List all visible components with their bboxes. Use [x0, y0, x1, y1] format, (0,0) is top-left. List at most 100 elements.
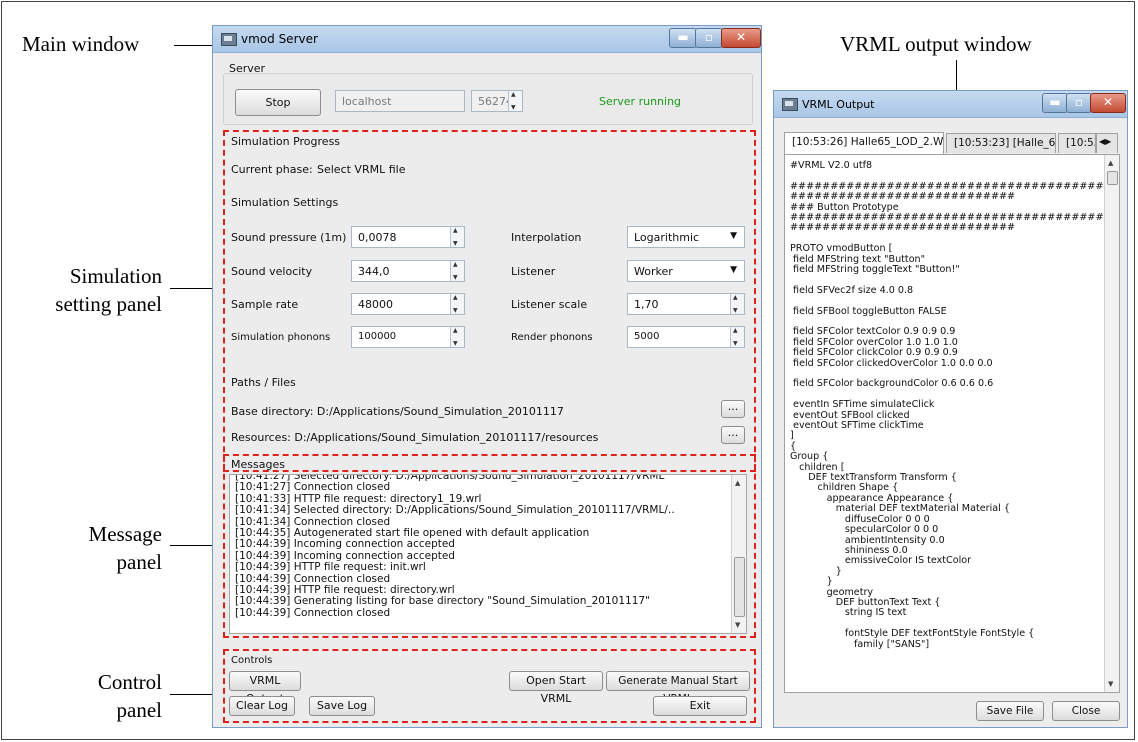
minimize-button[interactable]: ▬	[669, 28, 697, 48]
annotation-line-1: Control	[97, 670, 162, 694]
scroll-up-icon[interactable]: ▲	[735, 479, 740, 487]
vrml-source-view[interactable]: #VRML V2.0 utf8 #########################…	[784, 154, 1120, 693]
tab-halle65-lod2[interactable]: [10:53:26] Halle65_LOD_2.WRL	[784, 132, 944, 154]
tab-third[interactable]: [10:53	[1058, 133, 1096, 153]
spin-arrows-icon[interactable]	[730, 294, 744, 314]
main-window-titlebar[interactable]: vmod Server ▬ ▫ ✕	[213, 26, 761, 53]
annotation-line-1: Message	[88, 522, 162, 546]
vrml-output-button[interactable]: VRML Output	[229, 671, 301, 705]
vrml-source-line: {	[790, 440, 797, 452]
save-log-button[interactable]: Save Log	[309, 696, 375, 716]
paths-group-label: Paths / Files	[231, 376, 296, 389]
vrml-scrollbar[interactable]: ▲ ▼	[1104, 155, 1119, 692]
message-log-lines: [10:41:27] Selected directory: D:/Applic…	[230, 475, 732, 619]
sound-velocity-label: Sound velocity	[231, 265, 313, 278]
save-file-button[interactable]: Save File	[976, 701, 1044, 721]
listener-scale-input[interactable]: 1,70	[627, 293, 745, 315]
annotation-main-window: Main window	[22, 32, 140, 56]
server-status: Server running	[599, 95, 682, 108]
sound-pressure-label: Sound pressure (1m)	[231, 231, 347, 244]
sample-rate-value: 48000	[358, 298, 393, 311]
spin-arrows-icon[interactable]	[450, 227, 464, 247]
generate-manual-start-vrml-button[interactable]: Generate Manual Start VRML	[606, 671, 750, 705]
message-log-line: [10:41:34] Selected directory: D:/Applic…	[235, 504, 675, 517]
settings-group-label: Simulation Settings	[231, 196, 339, 209]
spin-arrows-icon[interactable]	[450, 327, 464, 347]
progress-group-label: Simulation Progress	[231, 135, 341, 148]
sample-rate-input[interactable]: 48000	[351, 293, 465, 315]
sound-velocity-input[interactable]: 344,0	[351, 260, 465, 282]
scrollbar-thumb[interactable]	[734, 557, 745, 617]
listener-value: Worker	[634, 265, 673, 278]
spin-arrows-icon[interactable]	[508, 91, 522, 111]
leader-main-window	[174, 45, 212, 46]
app-icon	[782, 98, 798, 111]
spin-arrows-icon[interactable]	[450, 261, 464, 281]
message-log[interactable]: [10:41:27] Selected directory: D:/Applic…	[229, 474, 747, 634]
chevron-down-icon: ▼	[730, 265, 737, 275]
browse-base-directory-button[interactable]: ...	[721, 400, 745, 418]
maximize-button[interactable]: ▫	[695, 28, 723, 48]
vrml-output-window: VRML Output ▬ ▫ ✕ [10:53:26] Halle65_LOD…	[773, 90, 1128, 728]
vrml-source-line: fontStyle DEF textFontStyle FontStyle {	[790, 628, 1035, 640]
listener-select[interactable]: Worker ▼	[627, 260, 745, 282]
window-title: vmod Server	[241, 32, 318, 46]
interpolation-label: Interpolation	[511, 231, 582, 244]
message-log-scrollbar[interactable]: ▲ ▼	[731, 475, 746, 633]
browse-resources-button[interactable]: ...	[721, 426, 745, 444]
main-window: vmod Server ▬ ▫ ✕ Server Stop localhost …	[212, 25, 762, 728]
tab-scroll-arrows[interactable]: ◀▶	[1096, 133, 1118, 153]
tab-halle65[interactable]: [10:53:23] [Halle_65]	[946, 133, 1056, 153]
vrml-source-line: field SFVec2f size 4.0 0.8	[790, 284, 914, 296]
render-phonons-label: Render phonons	[511, 332, 593, 343]
close-button[interactable]: ✕	[721, 28, 761, 48]
vrml-window-titlebar[interactable]: VRML Output ▬ ▫ ✕	[774, 91, 1127, 118]
vrml-tab-bar: [10:53:26] Halle65_LOD_2.WRL [10:53:23] …	[784, 132, 1124, 155]
listener-scale-label: Listener scale	[511, 298, 588, 311]
scroll-down-icon[interactable]: ▼	[735, 621, 740, 629]
clear-log-button[interactable]: Clear Log	[229, 696, 295, 716]
vrml-source-line: field SFColor backgroundColor 0.6 0.6 0.…	[790, 378, 994, 390]
listener-scale-value: 1,70	[634, 298, 659, 311]
chevron-down-icon: ▼	[730, 231, 737, 241]
chevron-right-icon[interactable]: ▶	[1105, 137, 1111, 146]
resources-text: Resources: D:/Applications/Sound_Simulat…	[231, 431, 599, 444]
minimize-button[interactable]: ▬	[1042, 93, 1068, 113]
scroll-up-icon[interactable]: ▲	[1108, 159, 1113, 167]
vrml-source-line: }	[790, 576, 833, 588]
spin-arrows-icon[interactable]	[450, 294, 464, 314]
annotation-line-1: Simulation	[69, 264, 162, 288]
port-stepper[interactable]: 56274	[471, 90, 523, 112]
maximize-button[interactable]: ▫	[1066, 93, 1092, 113]
vrml-source-lines: #VRML V2.0 utf8 #########################…	[785, 160, 1119, 650]
sound-pressure-input[interactable]: 0,0078	[351, 226, 465, 248]
vrml-source-line: #VRML V2.0 utf8	[790, 160, 873, 171]
vrml-source-line: specularColor 0 0 0	[790, 524, 939, 536]
vrml-source-line: ############################	[790, 222, 1016, 234]
vrml-source-line: string IS text	[790, 607, 907, 619]
spin-arrows-icon[interactable]	[730, 327, 744, 347]
close-window-button[interactable]: Close	[1052, 701, 1120, 721]
interpolation-select[interactable]: Logarithmic ▼	[627, 226, 745, 248]
scroll-down-icon[interactable]: ▼	[1108, 680, 1113, 688]
vrml-window-title: VRML Output	[802, 98, 875, 111]
annotation-control-panel: Control panel	[40, 668, 162, 724]
sound-velocity-value: 344,0	[358, 265, 390, 278]
stop-button[interactable]: Stop	[235, 89, 321, 116]
interpolation-value: Logarithmic	[634, 231, 700, 244]
sound-pressure-value: 0,0078	[358, 231, 397, 244]
annotation-vrml-output-window: VRML output window	[840, 32, 1032, 56]
open-start-vrml-button[interactable]: Open Start VRML	[509, 671, 603, 705]
messages-group-label: Messages	[231, 458, 285, 471]
vrml-source-line: field SFColor clickedOverColor 1.0 0.0 0…	[790, 357, 993, 369]
message-log-line: [10:44:39] HTTP file request: init.wrl	[235, 561, 426, 574]
scrollbar-thumb[interactable]	[1107, 171, 1118, 185]
host-input[interactable]: localhost	[335, 90, 465, 112]
close-button[interactable]: ✕	[1090, 93, 1126, 113]
controls-group-label: Controls	[231, 655, 273, 666]
simulation-phonons-input[interactable]: 100000	[351, 326, 465, 348]
render-phonons-input[interactable]: 5000	[627, 326, 745, 348]
exit-button[interactable]: Exit	[653, 696, 747, 716]
current-phase-value: Select VRML file	[317, 163, 406, 176]
annotation-line-2: setting panel	[55, 292, 162, 316]
